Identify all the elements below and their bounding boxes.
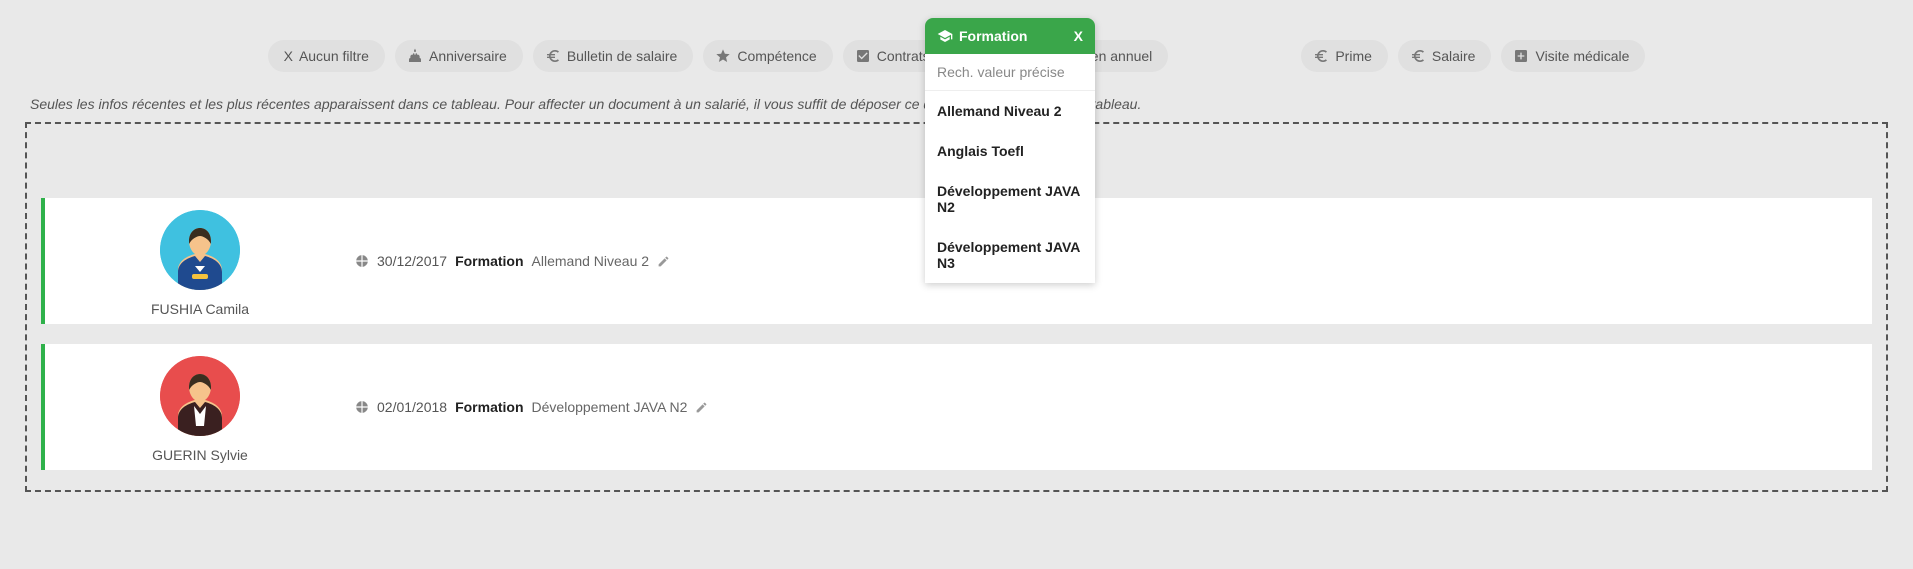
euro-icon xyxy=(1313,48,1329,64)
euro-icon xyxy=(545,48,561,64)
entry: 30/12/2017 Formation Allemand Niveau 2 xyxy=(355,253,670,269)
entry-date: 30/12/2017 xyxy=(377,253,447,269)
popover-search-input[interactable] xyxy=(937,64,1083,80)
cake-icon xyxy=(407,48,423,64)
entry-value: Allemand Niveau 2 xyxy=(532,253,650,269)
filter-bulletin-label: Bulletin de salaire xyxy=(567,48,678,64)
popover-search xyxy=(925,54,1095,91)
popover-body: Allemand Niveau 2 Anglais Toefl Développ… xyxy=(925,54,1095,283)
filter-bulletin[interactable]: Bulletin de salaire xyxy=(533,40,694,72)
table-row: GUERIN Sylvie 02/01/2018 Formation Dével… xyxy=(41,344,1872,470)
edit-icon[interactable] xyxy=(657,255,670,268)
popover-option[interactable]: Développement JAVA N2 xyxy=(925,171,1095,227)
entry-value: Développement JAVA N2 xyxy=(532,399,688,415)
star-icon xyxy=(715,48,731,64)
person-name: FUSHIA Camila xyxy=(55,301,345,317)
filter-visite[interactable]: Visite médicale xyxy=(1501,40,1645,72)
entry-date: 02/01/2018 xyxy=(377,399,447,415)
popover-close[interactable]: X xyxy=(1074,28,1083,44)
popover-option[interactable]: Anglais Toefl xyxy=(925,131,1095,171)
edit-icon[interactable] xyxy=(695,401,708,414)
filter-prime[interactable]: Prime xyxy=(1301,40,1388,72)
filter-competence-label: Compétence xyxy=(737,48,816,64)
popover-option[interactable]: Allemand Niveau 2 xyxy=(925,91,1095,131)
medical-icon xyxy=(1513,48,1529,64)
avatar xyxy=(160,356,240,436)
person-cell: FUSHIA Camila xyxy=(45,200,355,323)
filter-salaire[interactable]: Salaire xyxy=(1398,40,1492,72)
entry: 02/01/2018 Formation Développement JAVA … xyxy=(355,399,708,415)
filter-none-label: Aucun filtre xyxy=(299,48,369,64)
check-box-icon xyxy=(855,48,871,64)
avatar xyxy=(160,210,240,290)
filter-anniversaire[interactable]: Anniversaire xyxy=(395,40,523,72)
euro-icon xyxy=(1410,48,1426,64)
person-name: GUERIN Sylvie xyxy=(55,447,345,463)
filter-anniversaire-label: Anniversaire xyxy=(429,48,507,64)
filter-visite-label: Visite médicale xyxy=(1535,48,1629,64)
pie-chart-icon xyxy=(355,254,369,268)
popover-header: Formation X xyxy=(925,18,1095,54)
filter-competence[interactable]: Compétence xyxy=(703,40,832,72)
graduation-cap-icon xyxy=(937,28,953,44)
filter-prime-label: Prime xyxy=(1335,48,1372,64)
close-icon: X xyxy=(284,48,293,64)
entry-type: Formation xyxy=(455,253,523,269)
filter-none[interactable]: X Aucun filtre xyxy=(268,40,385,72)
popover-option[interactable]: Développement JAVA N3 xyxy=(925,227,1095,283)
formation-popover: Formation X Allemand Niveau 2 Anglais To… xyxy=(925,18,1095,283)
entry-type: Formation xyxy=(455,399,523,415)
pie-chart-icon xyxy=(355,400,369,414)
filter-salaire-label: Salaire xyxy=(1432,48,1476,64)
person-cell: GUERIN Sylvie xyxy=(45,346,355,469)
popover-title: Formation xyxy=(959,28,1027,44)
